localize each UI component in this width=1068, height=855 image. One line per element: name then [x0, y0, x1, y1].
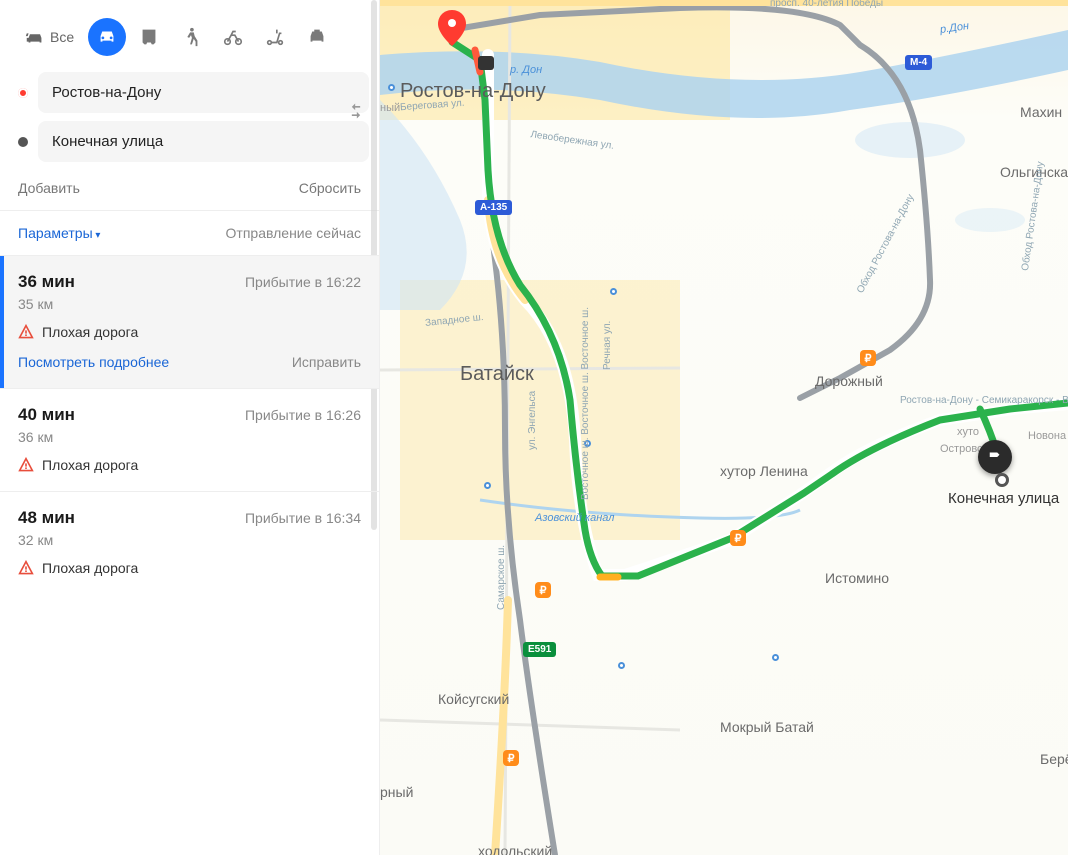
reset-button[interactable]: Сбросить	[299, 180, 361, 196]
start-dot-icon	[18, 88, 28, 98]
walk-icon	[180, 26, 202, 48]
warning-icon	[18, 560, 34, 576]
route-warning: Плохая дорога	[18, 457, 361, 473]
toll-icon: ₽	[730, 530, 746, 546]
poi-dot	[388, 84, 395, 91]
mode-transit[interactable]	[130, 18, 168, 56]
route-arrival: Прибытие в 16:22	[245, 274, 361, 290]
toll-icon: ₽	[503, 750, 519, 766]
poi-dot	[610, 288, 617, 295]
place-icon	[478, 56, 494, 70]
toll-icon: ₽	[535, 582, 551, 598]
warning-text: Плохая дорога	[42, 457, 138, 473]
mode-taxi[interactable]	[298, 18, 336, 56]
scooter-icon	[264, 26, 286, 48]
mode-car[interactable]	[88, 18, 126, 56]
end-pin[interactable]	[995, 473, 1009, 487]
mode-all-label: Все	[50, 29, 74, 45]
poi-dot	[584, 440, 591, 447]
pin-icon	[438, 10, 466, 46]
cars-icon	[24, 26, 46, 48]
warning-icon	[18, 457, 34, 473]
bus-icon	[138, 26, 160, 48]
car-icon	[96, 26, 118, 48]
road-badge-a135: А-135	[475, 200, 512, 215]
parameters-link[interactable]: Параметры	[18, 225, 100, 241]
route-warning: Плохая дорога	[18, 324, 361, 340]
mode-scooter[interactable]	[256, 18, 294, 56]
route-option-2[interactable]: 48 мин Прибытие в 16:34 32 км Плохая дор…	[0, 491, 379, 594]
sidebar-scroll: Все	[0, 0, 379, 855]
route-time: 48 мин	[18, 508, 75, 528]
route-distance: 32 км	[18, 532, 361, 548]
start-input[interactable]	[38, 72, 369, 113]
waypoint-actions: Добавить Сбросить	[0, 174, 379, 210]
mode-all[interactable]: Все	[14, 18, 84, 56]
app-root: Все	[0, 0, 1068, 855]
mode-bike[interactable]	[214, 18, 252, 56]
bike-icon	[222, 26, 244, 48]
route-option-0[interactable]: 36 мин Прибытие в 16:22 35 км Плохая дор…	[0, 255, 379, 388]
parameters-row: Параметры Отправление сейчас	[0, 210, 379, 255]
add-waypoint-button[interactable]: Добавить	[18, 180, 80, 196]
end-input[interactable]	[38, 121, 369, 162]
mode-walk[interactable]	[172, 18, 210, 56]
route-distance: 35 км	[18, 296, 361, 312]
route-time: 36 мин	[18, 272, 75, 292]
route-distance: 36 км	[18, 429, 361, 445]
signpost-icon	[986, 448, 1004, 466]
wetland	[380, 100, 467, 310]
route-arrival: Прибытие в 16:26	[245, 407, 361, 423]
start-pin[interactable]	[438, 10, 466, 46]
waypoint-end-row	[14, 121, 369, 162]
poi-dot	[484, 482, 491, 489]
route-warning: Плохая дорога	[18, 560, 361, 576]
transport-modes: Все	[0, 0, 379, 66]
route-details-link[interactable]: Посмотреть подробнее	[18, 354, 169, 370]
map-svg	[380, 0, 1068, 855]
warning-text: Плохая дорога	[42, 324, 138, 340]
map-canvas[interactable]: А-135 М-4 Е591 ₽ ₽ ₽ ₽ Ростов-на-Дону Ба…	[380, 0, 1068, 855]
azov-canal	[480, 500, 800, 518]
end-dot-icon	[18, 137, 28, 147]
poi-dot	[618, 662, 625, 669]
toll-icon: ₽	[860, 350, 876, 366]
route-arrival: Прибытие в 16:34	[245, 510, 361, 526]
warning-text: Плохая дорога	[42, 560, 138, 576]
swap-icon	[346, 101, 366, 121]
route-option-1[interactable]: 40 мин Прибытие в 16:26 36 км Плохая дор…	[0, 388, 379, 491]
route-fix-link[interactable]: Исправить	[292, 354, 361, 370]
waypoints	[0, 66, 379, 174]
road-badge-e591: Е591	[523, 642, 556, 657]
taxi-icon	[306, 26, 328, 48]
route-sidebar: Все	[0, 0, 380, 855]
waypoint-start-row	[14, 72, 369, 113]
signpost-pin[interactable]	[978, 440, 1012, 474]
swap-button[interactable]	[341, 96, 371, 126]
destination-label: Конечная улица	[948, 490, 1059, 507]
departure-time-button[interactable]: Отправление сейчас	[226, 225, 361, 241]
poi-dot	[772, 654, 779, 661]
route-time: 40 мин	[18, 405, 75, 425]
warning-icon	[18, 324, 34, 340]
road-badge-m4: М-4	[905, 55, 932, 70]
